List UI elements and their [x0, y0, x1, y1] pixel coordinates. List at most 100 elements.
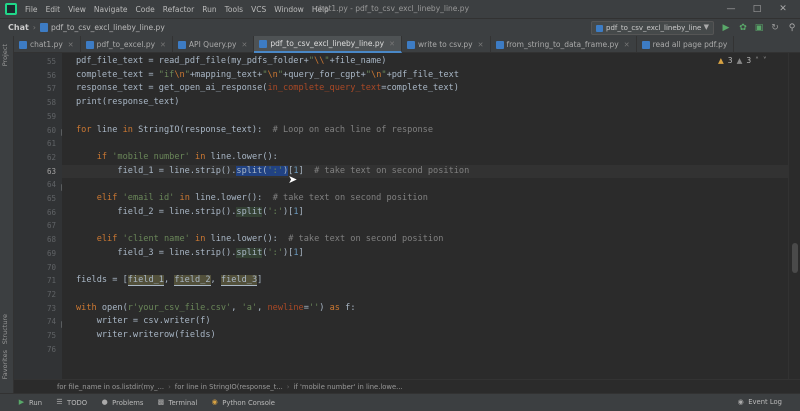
line-number: 69 — [46, 248, 56, 258]
menu-file[interactable]: File — [21, 5, 42, 14]
line-number: 72 — [46, 289, 56, 299]
tab-from-string-to-data-frame[interactable]: from_string_to_data_frame.py ✕ — [491, 36, 637, 53]
tab-label: write to csv.py — [418, 40, 473, 49]
editor-tab-bar: chat1.py ✕ pdf_to_excel.py ✕ API Query.p… — [14, 36, 800, 53]
code-line: elif 'client name' in line.lower(): # ta… — [96, 234, 444, 245]
line-number: 55 — [46, 57, 56, 66]
close-tab-icon[interactable]: ✕ — [68, 41, 74, 49]
close-tab-icon[interactable]: ✕ — [241, 41, 247, 49]
close-tab-icon[interactable]: ✕ — [624, 41, 630, 49]
line-number: 66 — [46, 207, 56, 217]
code-line: complete_text = "if\n"+mapping_text+"\n"… — [76, 69, 460, 80]
tab-read-all-page-pdf[interactable]: read all page pdf.py — [637, 36, 735, 53]
tab-label: chat1.py — [30, 40, 63, 49]
breadcrumb-item[interactable]: if 'mobile number' in line.lowe... — [294, 383, 403, 391]
maximize-icon[interactable]: □ — [750, 2, 764, 16]
profile-icon[interactable]: ↻ — [769, 22, 781, 34]
run-configuration-select[interactable]: pdf_to_csv_excl_lineby_line ▼ — [591, 21, 714, 35]
breadcrumb-file[interactable]: pdf_to_csv_excl_lineby_line.py — [51, 23, 165, 32]
terminal-icon: ▩ — [157, 398, 165, 406]
breadcrumb-item[interactable]: for line in StringIO(response_t... — [175, 383, 283, 391]
breadcrumb-project[interactable]: Chat — [8, 23, 29, 32]
run-tool-button[interactable]: ▶ Run — [18, 399, 42, 407]
close-tab-icon[interactable]: ✕ — [478, 41, 484, 49]
warning-count: 3 — [727, 56, 733, 65]
line-number: 68 — [46, 235, 56, 245]
line-number: 73 — [46, 303, 56, 313]
tab-chat1[interactable]: chat1.py ✕ — [14, 36, 81, 53]
todo-tool-button[interactable]: ☰ TODO — [56, 399, 87, 407]
line-number: 75 — [46, 331, 56, 340]
favorites-tool-tab[interactable]: Favorites — [1, 350, 9, 379]
structure-tool-tab[interactable]: Structure — [1, 314, 9, 344]
menu-edit[interactable]: Edit — [42, 5, 65, 14]
problems-tool-button[interactable]: ● Problems — [101, 398, 144, 407]
menu-view[interactable]: View — [64, 5, 90, 14]
project-tool-tab[interactable]: Project — [1, 44, 9, 66]
event-log-icon: ◉ — [737, 397, 744, 406]
inspection-widget[interactable]: ▲ 3 ▲ 3 ˄ ˅ — [718, 56, 767, 65]
editor-scrollbar[interactable] — [788, 53, 800, 379]
todo-tool-label: TODO — [67, 398, 88, 407]
line-number: 65 — [46, 194, 56, 203]
menu-window[interactable]: Window — [270, 5, 308, 14]
menu-refactor[interactable]: Refactor — [159, 5, 198, 14]
debug-icon[interactable]: ✿ — [737, 22, 749, 34]
tab-api-query[interactable]: API Query.py ✕ — [173, 36, 255, 53]
problems-tool-label: Problems — [112, 398, 144, 407]
chevron-up-icon[interactable]: ˄ — [755, 56, 759, 65]
run-icon[interactable]: ▶ — [720, 22, 732, 34]
python-file-icon — [177, 40, 186, 49]
close-window-icon[interactable]: ✕ — [776, 2, 790, 16]
problems-icon: ● — [101, 398, 108, 406]
close-tab-icon[interactable]: ✕ — [160, 41, 166, 49]
menu-vcs[interactable]: VCS — [247, 5, 270, 14]
python-file-icon — [641, 40, 650, 49]
bottom-tool-bar: ▶ Run ☰ TODO ● Problems ▩ Terminal ◉ Pyt… — [0, 393, 800, 411]
line-number: 58 — [46, 98, 56, 108]
left-tool-strip: Project Structure Favorites — [0, 36, 14, 393]
code-line: writer = csv.writer(f) — [76, 316, 211, 327]
tab-pdf-to-excel[interactable]: pdf_to_excel.py ✕ — [81, 36, 173, 53]
code-line: writer.writerow(fields) — [76, 330, 216, 340]
code-editor[interactable]: pdf_file_text = read_pdf_file(my_pdfs_fo… — [62, 53, 788, 379]
scrollbar-thumb[interactable] — [792, 243, 798, 273]
tab-write-to-csv[interactable]: write to csv.py ✕ — [402, 36, 491, 53]
code-line: fields = [field_1, field_2, field_3] — [76, 275, 263, 287]
python-file-icon — [259, 39, 268, 48]
editor-gutter[interactable]: 55 56 57 58 59 60 61 62 63 64 65 66 67 6… — [14, 53, 68, 379]
line-number: 57 — [46, 84, 56, 94]
menu-code[interactable]: Code — [132, 5, 159, 14]
window-title: chat1.py - pdf_to_csv_excl_lineby_line.p… — [315, 4, 470, 13]
todo-list-icon: ☰ — [56, 398, 63, 406]
code-line: print(response_text) — [76, 97, 180, 108]
minimize-icon[interactable]: — — [724, 2, 738, 16]
chevron-down-icon[interactable]: ˅ — [763, 56, 767, 65]
terminal-tool-button[interactable]: ▩ Terminal — [157, 398, 198, 407]
menu-run[interactable]: Run — [198, 5, 220, 14]
tab-label: pdf_to_excel.py — [96, 40, 156, 49]
close-tab-icon[interactable]: ✕ — [389, 40, 395, 48]
breadcrumb-item[interactable]: for file_name in os.listdir(my_... — [57, 383, 164, 391]
code-line: field_3 = line.strip().split(':')[1] — [76, 247, 304, 258]
python-file-icon — [495, 40, 504, 49]
search-icon[interactable]: ⚲ — [786, 22, 798, 34]
coverage-icon[interactable]: ▣ — [753, 22, 765, 34]
code-line: response_text = get_open_ai_response(in_… — [76, 83, 459, 94]
line-number: 60 — [46, 125, 56, 135]
weak-warning-count: 3 — [746, 56, 752, 65]
event-log-button[interactable]: ◉ Event Log — [737, 398, 782, 406]
tab-pdf-to-csv-excl-lineby-line[interactable]: pdf_to_csv_excl_lineby_line.py ✕ — [254, 36, 402, 53]
menu-tools[interactable]: Tools — [221, 5, 247, 14]
line-number: 70 — [46, 262, 56, 272]
code-breadcrumbs: for file_name in os.listdir(my_... › for… — [14, 379, 800, 393]
python-file-icon — [85, 40, 94, 49]
python-console-tool-button[interactable]: ◉ Python Console — [211, 399, 275, 407]
line-number: 59 — [46, 111, 56, 121]
menu-navigate[interactable]: Navigate — [90, 5, 132, 14]
